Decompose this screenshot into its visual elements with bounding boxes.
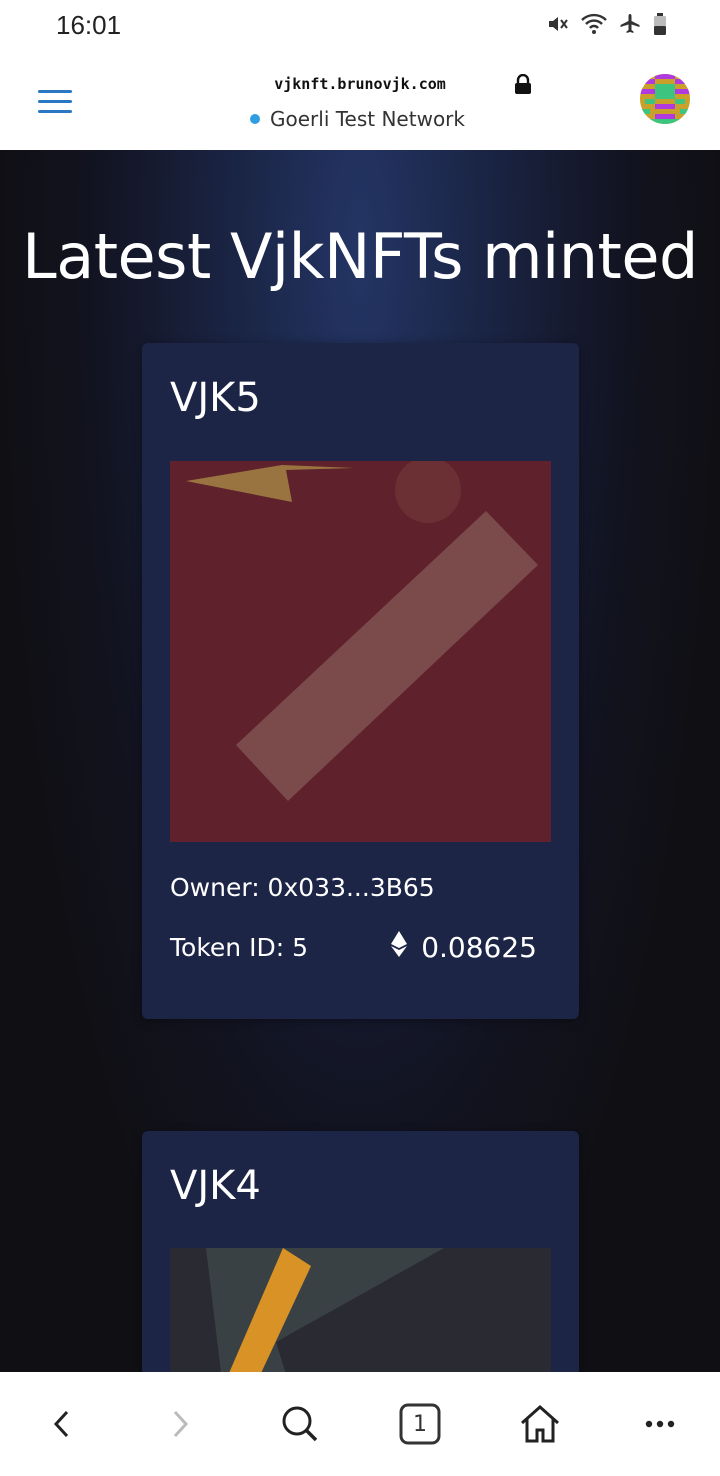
battery-icon (652, 12, 668, 40)
main-content[interactable]: Latest VjkNFTs minted VJK5 Owner: 0x033.… (0, 150, 720, 1372)
network-indicator[interactable]: Goerli Test Network (250, 107, 465, 131)
nft-card[interactable]: VJK4 (142, 1131, 579, 1372)
more-icon[interactable] (638, 1402, 682, 1446)
status-bar: 16:01 (0, 0, 720, 56)
nft-image (170, 1248, 551, 1372)
home-icon[interactable] (518, 1402, 562, 1446)
browser-header: vjknft.brunovjk.com Goerli Test Network (0, 56, 720, 150)
tab-count: 1 (413, 1411, 427, 1437)
nft-token-id: Token ID: 5 (170, 933, 308, 962)
mute-icon (546, 12, 570, 40)
hamburger-menu-icon[interactable] (38, 90, 72, 116)
forward-icon[interactable] (158, 1402, 202, 1446)
status-icons (546, 12, 668, 40)
ethereum-icon (391, 931, 408, 964)
status-time: 16:01 (56, 10, 122, 40)
tabs-icon[interactable]: 1 (398, 1402, 442, 1446)
wifi-icon (580, 12, 608, 40)
nft-price: 0.08625 (391, 931, 537, 964)
lock-icon (514, 73, 532, 98)
browser-bottom-nav: 1 (0, 1372, 720, 1476)
nft-card[interactable]: VJK5 Owner: 0x033...3B65 Token ID: 5 0.0… (142, 343, 579, 1019)
network-label: Goerli Test Network (270, 107, 465, 131)
nft-name: VJK4 (170, 1163, 261, 1209)
network-status-dot (250, 114, 260, 124)
nft-name: VJK5 (170, 375, 261, 421)
airplane-icon (618, 12, 642, 40)
page-title: Latest VjkNFTs minted (22, 219, 698, 293)
search-icon[interactable] (278, 1402, 322, 1446)
account-avatar[interactable] (640, 74, 690, 124)
url-text[interactable]: vjknft.brunovjk.com (274, 75, 446, 93)
nft-image (170, 461, 551, 842)
back-icon[interactable] (40, 1402, 84, 1446)
nft-owner: Owner: 0x033...3B65 (170, 873, 435, 902)
nft-price-value: 0.08625 (421, 931, 537, 964)
